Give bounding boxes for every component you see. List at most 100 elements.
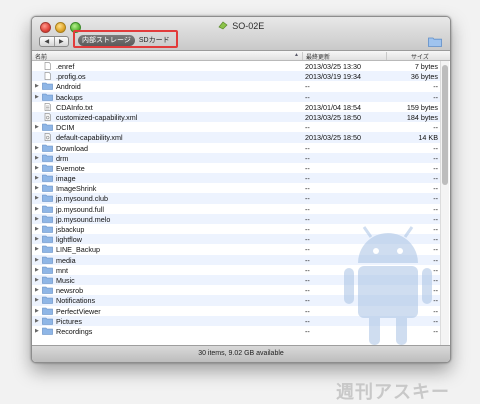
disclosure-triangle-icon[interactable]: ▶ xyxy=(35,83,39,89)
folder-icon xyxy=(42,205,53,213)
file-row[interactable]: ▶ jp.mysound.full -- -- xyxy=(32,203,440,214)
disclosure-triangle-icon[interactable]: ▶ xyxy=(35,297,39,303)
file-row[interactable]: ▶ Download -- -- xyxy=(32,142,440,153)
file-date: -- xyxy=(305,184,310,194)
status-bar: 30 items, 9.02 GB available xyxy=(32,345,450,362)
disclosure-triangle-icon[interactable]: ▶ xyxy=(35,267,39,273)
file-date: -- xyxy=(305,92,310,102)
folder-icon xyxy=(42,144,53,152)
file-row[interactable]: ▶ image -- -- xyxy=(32,173,440,184)
file-name: jp.mysound.melo xyxy=(56,214,111,224)
file-row[interactable]: ▶ Recordings -- -- xyxy=(32,325,440,337)
forward-button[interactable]: ▶ xyxy=(53,37,69,46)
file-name: Android xyxy=(56,82,81,92)
file-date: -- xyxy=(305,214,310,224)
file-row[interactable]: ▶ Evernote -- -- xyxy=(32,162,440,174)
file-name: Download xyxy=(56,143,88,153)
file-row[interactable]: ▶ Android -- -- xyxy=(32,81,440,92)
file-date: -- xyxy=(305,82,310,92)
file-row[interactable]: ▶ ImageShrink -- -- xyxy=(32,183,440,194)
file-size: -- xyxy=(433,265,438,275)
column-size[interactable]: サイズ xyxy=(386,52,429,61)
disclosure-triangle-icon[interactable]: ▶ xyxy=(35,328,39,334)
file-row[interactable]: ▶ jsbackup -- -- xyxy=(32,224,440,235)
file-size: -- xyxy=(433,245,438,255)
file-row[interactable]: ▶ drm -- -- xyxy=(32,152,440,163)
disclosure-triangle-icon[interactable]: ▶ xyxy=(35,195,39,201)
vertical-scrollbar[interactable] xyxy=(440,61,449,345)
back-button[interactable]: ◀ xyxy=(40,37,54,46)
file-row[interactable]: ▶ media -- -- xyxy=(32,254,440,265)
file-row[interactable]: ▶ jp.mysound.club -- -- xyxy=(32,193,440,204)
file-name: media xyxy=(56,255,76,265)
file-date: -- xyxy=(305,265,310,275)
file-name: drm xyxy=(56,153,69,163)
disclosure-triangle-icon[interactable]: ▶ xyxy=(35,277,39,283)
disclosure-triangle-icon[interactable]: ▶ xyxy=(35,318,39,324)
file-row[interactable]: default-capability.xml 2013/03/25 18:50 14… xyxy=(32,132,440,143)
file-row[interactable]: .profig.os 2013/03/19 19:34 36 bytes xyxy=(32,71,440,82)
disclosure-triangle-icon[interactable]: ▶ xyxy=(35,175,39,181)
file-row[interactable]: ▶ LINE_Backup -- -- xyxy=(32,244,440,255)
scrollbar-thumb[interactable] xyxy=(442,65,448,185)
file-date: -- xyxy=(305,194,310,204)
file-name: CDAInfo.txt xyxy=(56,102,93,112)
file-row[interactable]: ▶ Music -- -- xyxy=(32,274,440,286)
disclosure-triangle-icon[interactable]: ▶ xyxy=(35,124,39,130)
file-size: -- xyxy=(433,316,438,326)
file-name: .enref xyxy=(56,62,75,71)
folder-icon xyxy=(42,82,53,91)
file-name: Evernote xyxy=(56,163,85,173)
disclosure-triangle-icon[interactable]: ▶ xyxy=(35,145,39,151)
file-date: -- xyxy=(305,225,310,234)
file-row[interactable]: ▶ PerfectViewer -- -- xyxy=(32,305,440,316)
file-row[interactable]: ▶ Pictures -- -- xyxy=(32,315,440,326)
file-date: -- xyxy=(305,275,310,285)
disclosure-triangle-icon[interactable]: ▶ xyxy=(35,308,39,314)
file-date: 2013/03/19 19:34 xyxy=(305,72,361,82)
tab-sd-card[interactable]: SDカード xyxy=(135,35,174,46)
disclosure-triangle-icon[interactable]: ▶ xyxy=(35,206,39,212)
file-row[interactable]: customized-capability.xml 2013/03/25 18:5… xyxy=(32,111,440,123)
file-name: image xyxy=(56,174,76,184)
column-date[interactable]: 最終更新 xyxy=(302,52,330,61)
disclosure-triangle-icon[interactable]: ▶ xyxy=(35,236,39,242)
new-folder-icon[interactable] xyxy=(428,36,442,47)
file-name: Recordings xyxy=(56,326,93,336)
file-size: 159 bytes xyxy=(406,102,438,112)
file-size: -- xyxy=(433,214,438,224)
disclosure-triangle-icon[interactable]: ▶ xyxy=(35,185,39,191)
file-date: -- xyxy=(305,235,310,245)
file-row[interactable]: ▶ DCIM -- -- xyxy=(32,122,440,133)
file-size: 7 bytes xyxy=(414,62,438,71)
file-row[interactable]: ▶ backups -- -- xyxy=(32,91,440,102)
file-name: jp.mysound.full xyxy=(56,204,104,214)
file-date: -- xyxy=(305,296,310,306)
file-date: -- xyxy=(305,316,310,326)
file-row[interactable]: ▶ newsrob -- -- xyxy=(32,285,440,296)
disclosure-triangle-icon[interactable]: ▶ xyxy=(35,165,39,171)
file-row[interactable]: ▶ mnt -- -- xyxy=(32,264,440,275)
disclosure-triangle-icon[interactable]: ▶ xyxy=(35,155,39,161)
xml-file-icon xyxy=(42,113,53,121)
disclosure-triangle-icon[interactable]: ▶ xyxy=(35,287,39,293)
disclosure-triangle-icon[interactable]: ▶ xyxy=(35,216,39,222)
disclosure-triangle-icon[interactable]: ▶ xyxy=(35,226,39,232)
file-row[interactable]: .enref 2013/03/25 13:30 7 bytes xyxy=(32,61,440,72)
storage-selector: 内部ストレージ SDカード xyxy=(78,35,174,46)
tab-internal-storage[interactable]: 内部ストレージ xyxy=(78,35,135,46)
file-row[interactable]: ▶ Notifications -- -- xyxy=(32,295,440,306)
file-row[interactable]: ▶ jp.mysound.melo -- -- xyxy=(32,213,440,224)
disclosure-triangle-icon[interactable]: ▶ xyxy=(35,94,39,100)
disclosure-triangle-icon[interactable]: ▶ xyxy=(35,257,39,263)
file-row[interactable]: CDAInfo.txt 2013/01/04 18:54 159 bytes xyxy=(32,101,440,112)
column-name[interactable]: 名前 xyxy=(35,52,47,61)
file-date: -- xyxy=(305,204,310,214)
file-name: .profig.os xyxy=(56,72,86,82)
file-size: -- xyxy=(433,174,438,184)
file-date: -- xyxy=(305,306,310,316)
folder-icon xyxy=(42,245,53,254)
file-row[interactable]: ▶ lightflow -- -- xyxy=(32,234,440,245)
disclosure-triangle-icon[interactable]: ▶ xyxy=(35,246,39,252)
folder-icon xyxy=(42,235,53,243)
